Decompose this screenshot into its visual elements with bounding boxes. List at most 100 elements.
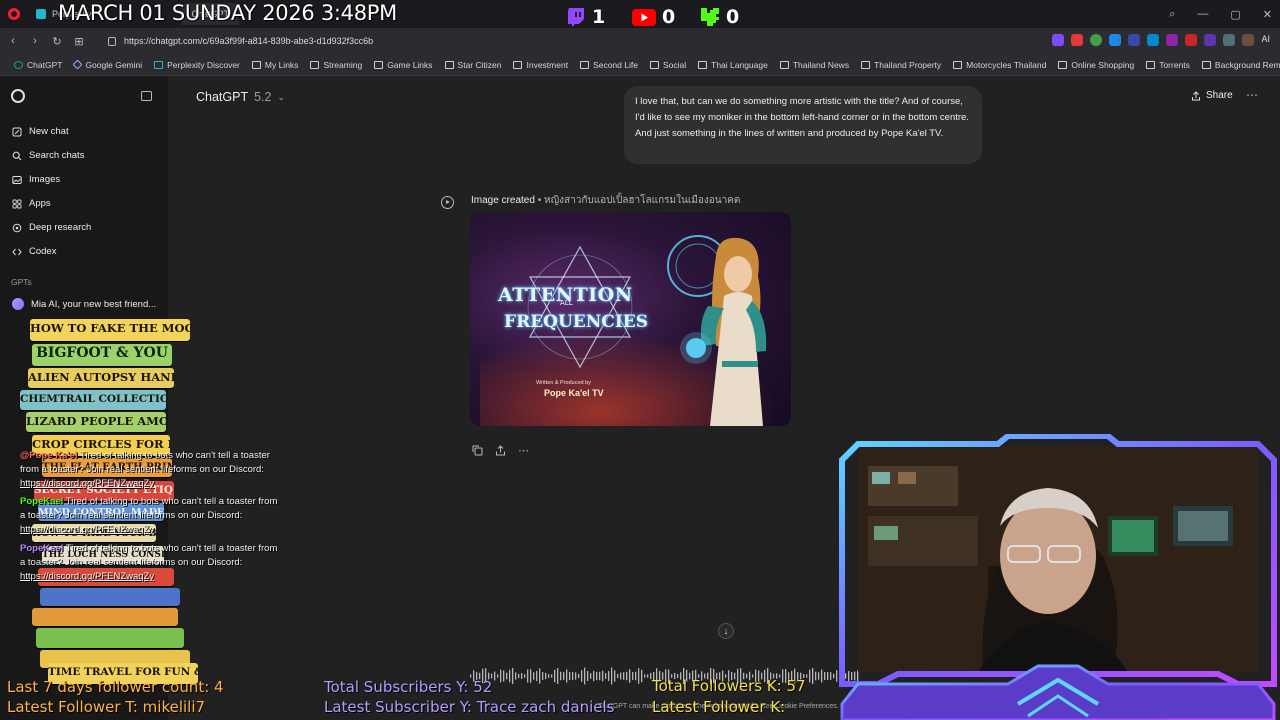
folder-icon [1201, 60, 1211, 69]
maximize-icon[interactable]: ▢ [1230, 8, 1240, 21]
sidebar-item-gpt[interactable]: Mia AI, your new best friend... [12, 298, 156, 310]
chat-link[interactable]: https://discord.gg/PFENZwaqZy [20, 478, 154, 489]
search-tabs-icon[interactable]: ⌕ [1169, 8, 1175, 21]
bookmark-item[interactable]: Google Gemini [68, 60, 148, 70]
extension-icon[interactable] [1204, 34, 1217, 46]
chat-message: PopeKael Tired of talking to bots who ca… [20, 495, 282, 537]
more-options-icon[interactable]: ⋯ [518, 444, 529, 457]
search-icon [12, 151, 22, 160]
forward-icon[interactable]: › [24, 35, 46, 47]
waveform-bar [617, 674, 619, 678]
model-selector[interactable]: ChatGPT 5.2 ⌄ [196, 90, 285, 104]
ai-button[interactable]: AI [1261, 34, 1270, 46]
sidebar-toggle-icon[interactable] [141, 91, 152, 101]
waveform-bar [575, 672, 577, 680]
extension-icon[interactable] [1185, 34, 1198, 46]
sidebar-item-apps[interactable]: Apps [12, 198, 51, 209]
folder-icon [251, 60, 261, 69]
extension-icon[interactable] [1147, 34, 1160, 46]
sidebar-item-new-chat[interactable]: New chat [12, 126, 69, 137]
bookmark-folder[interactable]: Torrents [1140, 60, 1196, 70]
extension-icon[interactable] [1109, 34, 1122, 46]
bookmark-folder[interactable]: Streaming [304, 60, 368, 70]
bookmark-folder[interactable]: Social [644, 60, 692, 70]
user-message: I love that, but can we do something mor… [624, 86, 982, 164]
generated-image[interactable]: ATTENTION ALL FREQUENCIES Written & Prod… [470, 212, 791, 426]
bookmark-folder[interactable]: Thai Language [692, 60, 774, 70]
chatgpt-logo-icon[interactable] [11, 89, 25, 103]
bookmark-folder[interactable]: Second Life [574, 60, 644, 70]
bookmark-folder[interactable]: Star Citizen [439, 60, 508, 70]
waveform-bar [809, 669, 811, 683]
overlay-follower-count: Last 7 days follower count: 4 [7, 678, 224, 696]
read-aloud-icon[interactable] [441, 196, 454, 209]
bookmark-favicon-icon [154, 60, 164, 69]
waveform-bar [590, 673, 592, 679]
waveform-bar [506, 672, 508, 680]
extension-icon[interactable] [1223, 34, 1236, 46]
sidebar-item-deep-research[interactable]: Deep research [12, 222, 91, 233]
folder-icon [861, 60, 871, 69]
book-spine: LIZARD PEOPLE AMONG US [26, 412, 166, 432]
reload-icon[interactable]: ↻ [46, 35, 68, 48]
extension-icon[interactable] [1052, 34, 1065, 46]
extension-icon[interactable] [1071, 34, 1084, 46]
close-window-icon[interactable]: ✕ [1263, 8, 1272, 21]
waveform-bar [569, 671, 571, 681]
opera-logo-icon[interactable] [8, 8, 20, 20]
bookmark-label: Torrents [1159, 59, 1190, 70]
waveform-bar [533, 672, 535, 680]
bookmark-label: Star Citizen [457, 59, 502, 70]
woman-illustration [667, 235, 767, 426]
codex-icon [12, 248, 22, 255]
bookmark-folder[interactable]: Online Shopping [1052, 60, 1140, 70]
book-spine: CHEMTRAIL COLLECTION GUIDE [20, 390, 166, 410]
minimize-icon[interactable]: — [1197, 8, 1208, 20]
waveform-bar [608, 670, 610, 682]
chat-link[interactable]: https://discord.gg/PFENZwaqZy [20, 571, 154, 582]
bookmark-folder[interactable]: Motorcycles Thailand [947, 60, 1052, 70]
folder-icon [1058, 60, 1068, 69]
waveform-bar [623, 672, 625, 680]
tab-grid-icon[interactable]: ⊞ [68, 35, 90, 48]
image-icon [12, 175, 22, 184]
youtube-counter: 0 [632, 6, 675, 28]
sidebar-item-search-chats[interactable]: Search chats [12, 150, 84, 161]
kick-icon [701, 8, 719, 26]
bookmark-label: Motorcycles Thailand [966, 59, 1047, 70]
share-button[interactable]: Share [1191, 90, 1233, 101]
folder-icon [513, 60, 523, 69]
bookmark-item[interactable]: Perplexity Discover [148, 60, 246, 70]
sidebar-item-label: Mia AI, your new best friend... [31, 298, 157, 310]
share-icon[interactable] [495, 445, 506, 456]
sidebar-item-codex[interactable]: Codex [12, 246, 56, 257]
bookmark-folder[interactable]: Thailand Property [855, 60, 947, 70]
overlay-total-subscribers: Total Subscribers Y: 52 [324, 678, 493, 696]
bookmark-folder[interactable]: Thailand News [774, 60, 855, 70]
sidebar-item-images[interactable]: Images [12, 174, 60, 185]
chat-link[interactable]: https://discord.gg/PFENZwaqZy [20, 524, 154, 535]
extension-icon[interactable] [1166, 34, 1179, 46]
sidebar-item-label: New chat [29, 126, 69, 137]
back-icon[interactable]: ‹ [2, 35, 24, 47]
bookmark-folder[interactable]: Game Links [368, 60, 438, 70]
waveform-bar [548, 674, 550, 678]
bookmark-folder[interactable]: My Links [246, 60, 305, 70]
bookmark-folder[interactable]: Background Remover [1196, 60, 1280, 70]
extension-icon[interactable] [1242, 34, 1255, 46]
extension-icon[interactable] [1090, 34, 1103, 46]
bookmark-folder[interactable]: Investment [507, 60, 574, 70]
more-options-icon[interactable]: ⋯ [1246, 88, 1258, 102]
bookmark-label: Thailand News [792, 59, 850, 70]
url-field[interactable]: https://chatgpt.com/c/69a3f99f-a814-839b… [108, 32, 878, 50]
copy-icon[interactable] [472, 445, 483, 456]
waveform-bar [509, 669, 511, 683]
scroll-down-button[interactable]: ↓ [718, 623, 734, 639]
overlay-total-followers-kick: Total Followers K: 57 [652, 677, 806, 695]
bookmark-item[interactable]: ChatGPT [8, 60, 68, 70]
overlay-latest-follower-kick: Latest Follower K: [652, 698, 786, 716]
gpt-avatar [12, 298, 24, 310]
address-bar: ‹ › ↻ ⊞ https://chatgpt.com/c/69a3f99f-a… [0, 28, 1280, 54]
extension-icon[interactable] [1128, 34, 1141, 46]
bookmark-favicon-icon [14, 60, 23, 69]
